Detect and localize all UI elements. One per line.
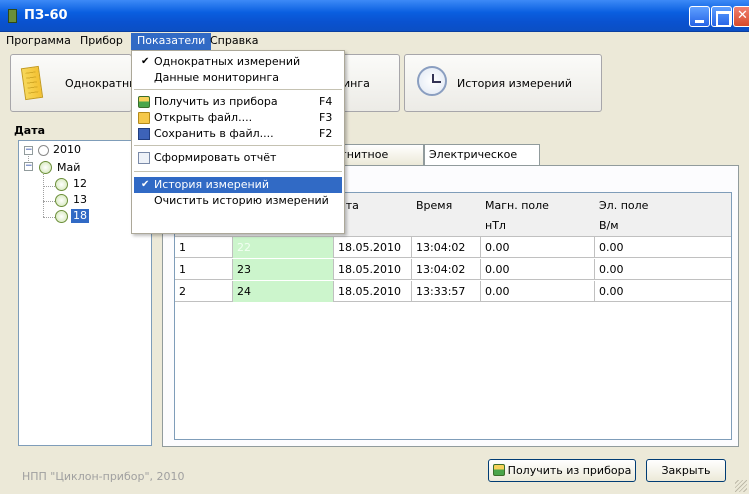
measurement-history-label: История измерений [457,77,572,90]
menu-separator [134,171,342,172]
title-bar: ПЗ-60 [0,0,749,32]
menu-item-monitoring[interactable]: Данные мониторинга [134,70,342,86]
maximize-button[interactable] [711,6,732,27]
header-time[interactable]: Время [416,199,452,213]
save-icon [138,128,150,140]
menu-bar: Программа Прибор Показатели Справка [0,32,749,50]
ruler-icon [20,65,44,101]
company-footer: НПП "Циклон-прибор", 2010 [22,470,185,483]
clock-icon [417,66,447,96]
single-measurements-button[interactable]: Однократных [10,54,144,112]
table-row[interactable]: 1 23 18.05.2010 13:04:02 0.00 0.00 [175,259,731,280]
header-mag-field[interactable]: Магн. поле [485,199,549,213]
table-cell: 13:33:57 [412,281,481,302]
table-cell: 13:04:02 [412,237,481,258]
table-cell: 24 [233,281,334,302]
report-icon [138,152,150,164]
close-button[interactable]: Закрыть [646,459,726,482]
table-cell: 0.00 [599,241,624,254]
menu-help[interactable]: Справка [204,33,264,50]
table-cell: 18.05.2010 [334,281,412,302]
menu-separator [134,145,342,146]
menu-device[interactable]: Прибор [74,33,129,50]
menu-item-single[interactable]: ✔ Однократных измерений [134,54,342,70]
device-download-icon [492,464,505,476]
tree-node-day-13[interactable]: 13 [73,193,87,207]
table-cell: 18.05.2010 [334,237,412,258]
get-from-device-label: Получить из прибора [507,464,632,477]
table-cell: 13:04:02 [412,259,481,280]
table-cell: 0.00 [481,237,595,258]
header-el-field[interactable]: Эл. поле [599,199,648,213]
table-cell: 22 [233,237,334,258]
table-cell: 0.00 [599,263,624,276]
table-cell: 0.00 [481,259,595,280]
day-clock-icon [55,210,68,223]
tab-magnetic-field[interactable]: гнитное поле [336,144,424,180]
table-cell: 18.05.2010 [334,259,412,280]
header-mag-unit: нТл [485,219,506,232]
folder-icon [138,112,150,124]
table-cell: 0.00 [599,285,624,298]
table-cell: 23 [233,259,334,280]
measurement-history-button[interactable]: История измерений [404,54,602,112]
tab-electric-field[interactable]: Электрическое поле [424,144,540,180]
tree-node-day-18[interactable]: 18 [71,209,89,223]
check-icon: ✔ [141,179,150,190]
tree-node-day-12[interactable]: 12 [73,177,87,191]
expand-month-icon[interactable]: − [24,162,33,171]
menu-item-save-file[interactable]: Сохранить в файл.... F2 [134,126,342,142]
device-download-icon [138,96,150,108]
month-clock-icon [39,161,52,174]
table-cell: 1 [175,259,233,280]
window-title: ПЗ-60 [24,8,68,23]
table-cell: 1 [175,237,233,258]
table-row[interactable]: 1 22 18.05.2010 13:04:02 0.00 0.00 [175,237,731,258]
client-area: Программа Прибор Показатели Справка Одно… [0,32,749,494]
app-icon [8,9,17,23]
menu-item-report[interactable]: Сформировать отчёт [134,150,342,166]
get-from-device-button[interactable]: Получить из прибора [488,459,636,482]
menu-item-open-file[interactable]: Открыть файл.... F3 [134,110,342,126]
day-clock-icon [55,178,68,191]
menu-separator [134,89,342,90]
menu-item-get-from-device[interactable]: Получить из прибора F4 [134,94,342,110]
day-clock-icon [55,194,68,207]
check-icon: ✔ [141,56,150,67]
year-folder-icon [38,145,49,156]
menu-item-clear-history[interactable]: Очистить историю измерений [134,193,342,209]
tree-node-year[interactable]: 2010 [53,143,81,157]
date-header: Дата [14,124,46,137]
expand-year-icon[interactable]: − [24,146,33,155]
resize-grip[interactable] [735,480,747,492]
table-row[interactable]: 2 24 18.05.2010 13:33:57 0.00 0.00 [175,281,731,302]
minimize-button[interactable] [689,6,710,27]
table-cell: 0.00 [481,281,595,302]
menu-program[interactable]: Программа [0,33,77,50]
close-window-button[interactable] [733,6,749,27]
indicators-menu: ✔ Однократных измерений Данные мониторин… [131,50,345,234]
tree-node-month[interactable]: Май [57,161,80,175]
header-el-unit: В/м [599,219,619,232]
menu-item-history[interactable]: ✔ История измерений [134,177,342,193]
menu-indicators[interactable]: Показатели [131,33,212,50]
monitoring-label: инга [343,77,370,90]
table-cell: 2 [175,281,233,302]
